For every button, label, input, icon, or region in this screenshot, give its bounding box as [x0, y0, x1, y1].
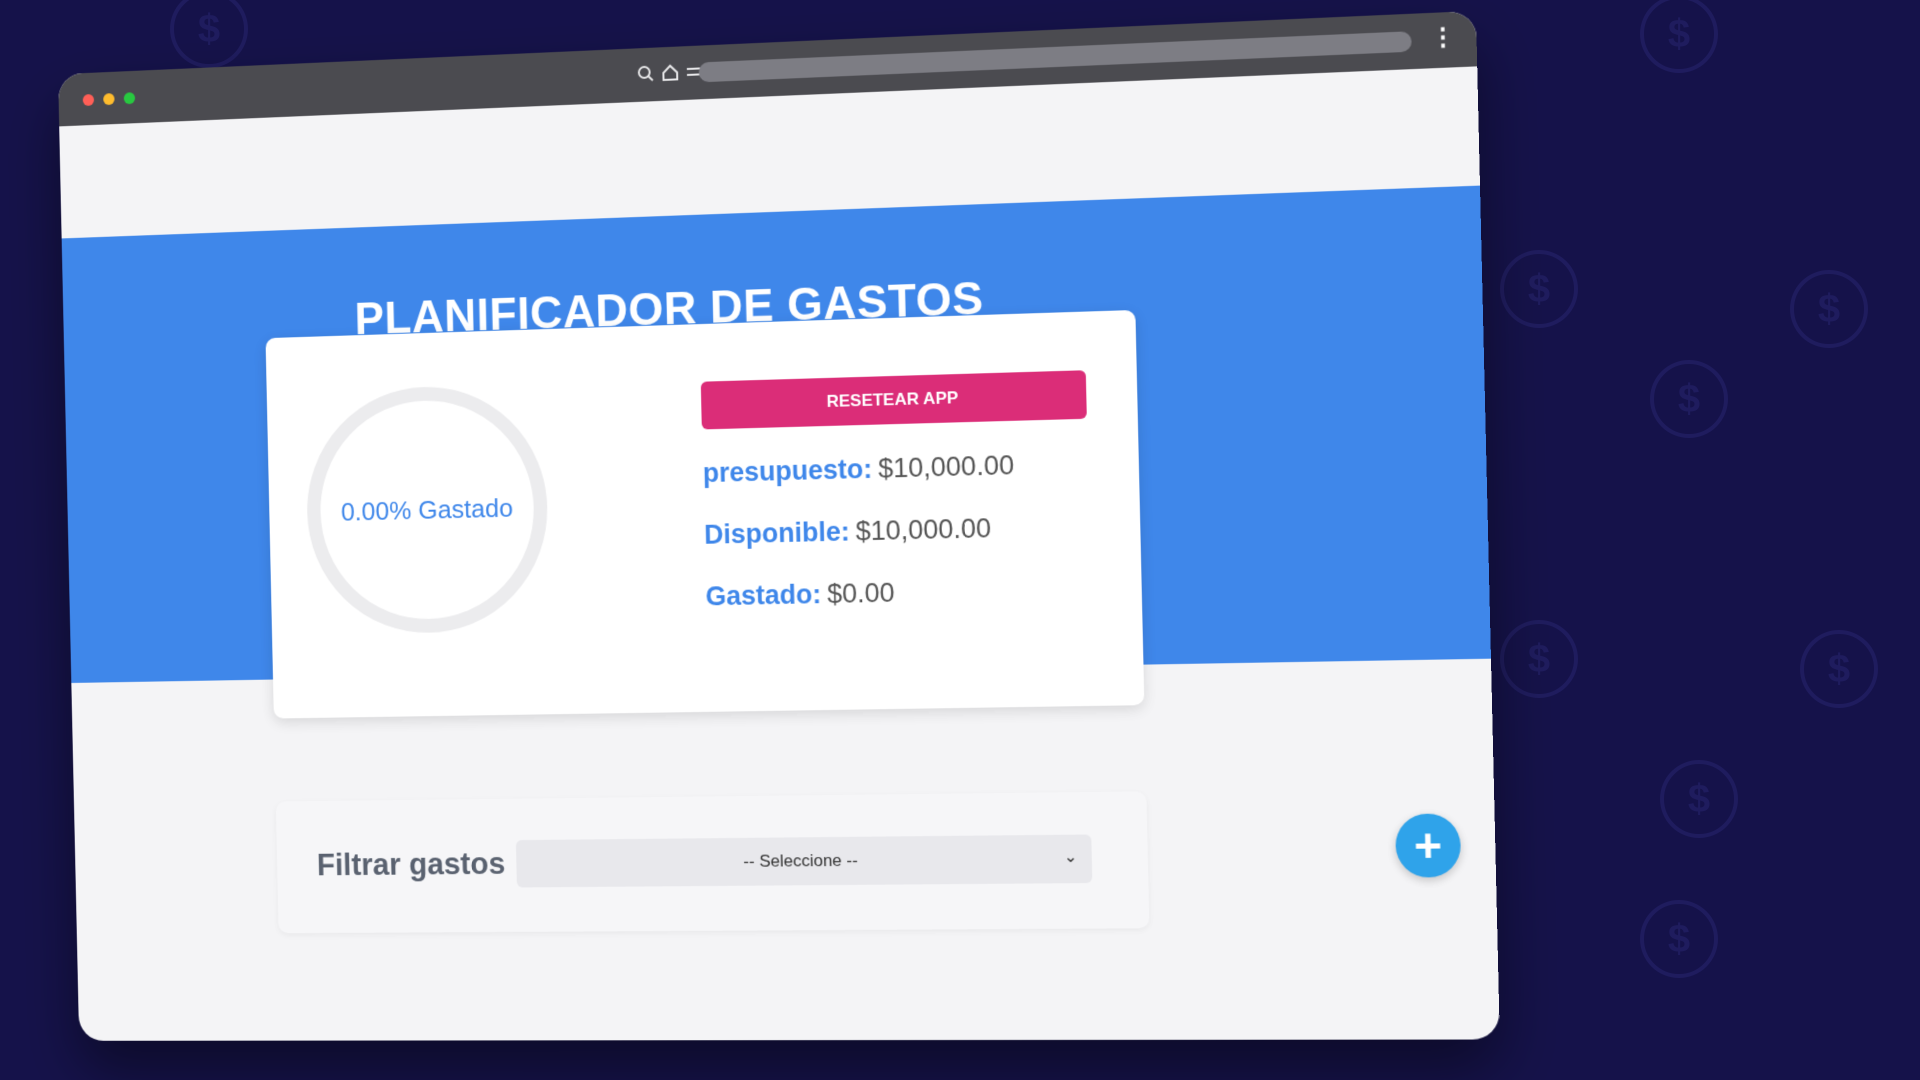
coin-stack-icon: $ — [1790, 270, 1868, 348]
spent-value: $0.00 — [826, 577, 895, 610]
add-expense-button[interactable]: + — [1394, 813, 1462, 878]
coin-stack-icon: $ — [1800, 630, 1878, 708]
minimize-window-button[interactable] — [103, 93, 115, 106]
maximize-window-button[interactable] — [123, 92, 136, 105]
coin-stack-icon: $ — [1500, 250, 1578, 328]
browser-toolbar: ⋮ — [58, 10, 1478, 127]
dollar-hand-icon: $ — [1640, 0, 1718, 73]
spent-stat: Gastado: $0.00 — [705, 578, 895, 613]
home-icon[interactable] — [659, 61, 681, 84]
available-stat: Disponible: $10,000.00 — [704, 513, 992, 551]
dollar-hand-icon: $ — [1650, 360, 1728, 438]
filter-card: Filtrar gastos -- Seleccione -- ⌄ — [275, 791, 1150, 934]
budget-card: 0.00% Gastado RESETEAR APP presupuesto: $… — [265, 309, 1145, 719]
budget-stat: presupuesto: $10,000.00 — [702, 450, 1014, 489]
dollar-hand-icon: $ — [170, 0, 248, 68]
filter-label: Filtrar gastos — [316, 846, 506, 883]
available-value: $10,000.00 — [855, 513, 992, 547]
progress-ring: 0.00% Gastado — [304, 383, 550, 635]
url-bar[interactable] — [698, 31, 1412, 83]
progress-percent: 0.00% Gastado — [340, 492, 514, 527]
filter-select-value: -- Seleccione -- — [743, 850, 858, 871]
coin-stack-icon: $ — [1500, 620, 1578, 698]
reset-app-button[interactable]: RESETEAR APP — [700, 370, 1087, 430]
filter-select[interactable]: -- Seleccione -- ⌄ — [515, 834, 1093, 888]
more-vertical-icon[interactable]: ⋮ — [1430, 22, 1456, 53]
chevron-down-icon: ⌄ — [1063, 848, 1078, 867]
budget-value: $10,000.00 — [877, 450, 1015, 484]
spent-label: Gastado: — [705, 579, 822, 612]
available-label: Disponible: — [703, 516, 851, 550]
budget-label: presupuesto: — [702, 453, 873, 489]
close-window-button[interactable] — [82, 93, 95, 107]
dollar-hand-icon: $ — [1660, 760, 1738, 838]
browser-window: ⋮ PLANIFICADOR DE GASTOS 0.00% Gastado R… — [58, 10, 1500, 1041]
search-icon[interactable] — [635, 62, 657, 85]
dollar-hand-icon: $ — [1640, 900, 1718, 978]
